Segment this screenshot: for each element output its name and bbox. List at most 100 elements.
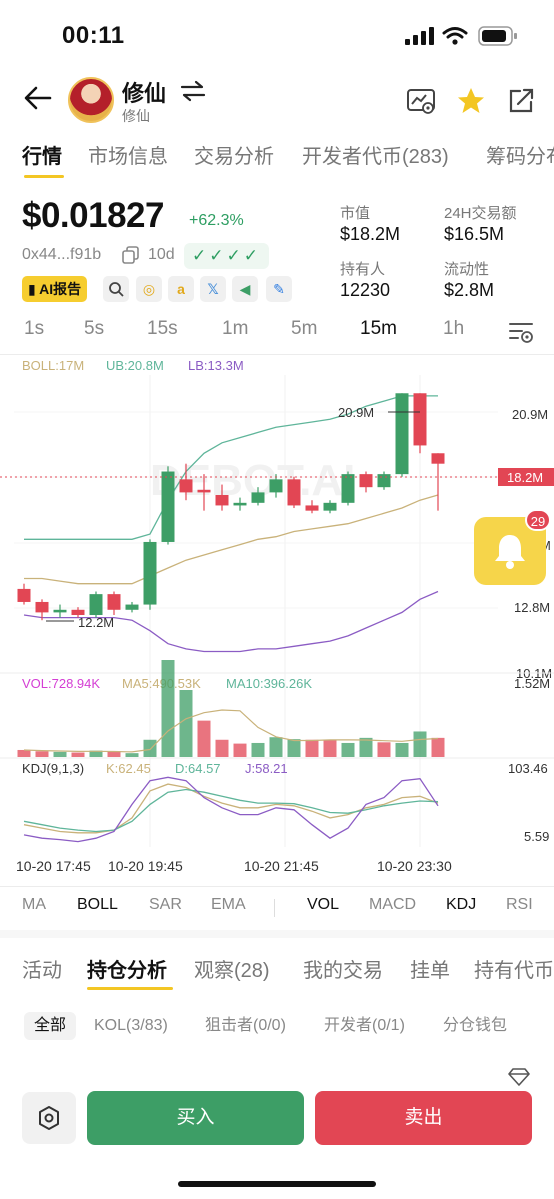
time-axis-label: 10-20 23:30 [377,858,452,874]
indicator-tabs: MA BOLL SAR EMA VOL MACD KDJ RSI [0,896,554,922]
volume-bar [305,739,319,757]
interval-15s[interactable]: 15s [147,318,178,340]
tab-watch[interactable]: 观察(28) [194,954,270,983]
candle-body [269,479,283,493]
tab-held-tokens[interactable]: 持有代币 [474,954,554,983]
filter-developers[interactable]: 开发者(0/1) [314,1012,415,1040]
swap-icon[interactable] [180,80,206,102]
main-tabs: 行情 市场信息 交易分析 开发者代币(283) 筹码分布 [0,140,554,182]
volume-bar [215,739,229,757]
indicator-vol[interactable]: VOL [307,896,339,914]
volume-bar [143,739,157,757]
candle-body [89,594,103,615]
interval-1m[interactable]: 1m [222,318,248,340]
chart-settings-icon[interactable] [508,320,534,344]
volume-ma10-label: MA10:396.26K [226,676,312,691]
volume-bar [125,753,139,757]
back-arrow-icon[interactable] [22,82,54,114]
candle-body [35,601,49,613]
interval-1s[interactable]: 1s [24,318,44,340]
edit-icon[interactable]: ✎ [266,276,292,302]
boll-mid-label: BOLL:17M [22,358,84,373]
candle-body [251,492,265,503]
buy-button[interactable]: 买入 [87,1091,304,1145]
tab-market[interactable]: 行情 [22,140,62,169]
ave-icon[interactable]: a [168,276,194,302]
candle-body [17,588,31,602]
indicator-macd[interactable]: MACD [369,896,416,914]
tab-orders[interactable]: 挂单 [410,954,450,983]
volume-bar [341,742,355,757]
volume-bar [287,739,301,757]
candle-body [431,453,445,464]
book-icon: ▮ [28,281,36,297]
volume-bar [35,751,49,757]
indicator-separator [274,899,275,917]
kdj-axis-min: 5.59 [524,829,549,844]
price-chart[interactable]: DEBOT.AI BOLL:17M UB:20.8M LB:13.3M 18.2… [0,355,554,885]
interval-5m[interactable]: 5m [291,318,317,340]
tab-market-info[interactable]: 市场信息 [88,140,168,169]
candle-body [107,594,121,610]
filter-split-wallets[interactable]: 分仓钱包 [433,1012,517,1040]
contract-address[interactable]: 0x44...f91b [22,246,101,264]
watch-chart-icon[interactable] [406,86,436,116]
tab-holdings-analysis[interactable]: 持仓分析 [87,954,167,983]
indicator-ema[interactable]: EMA [211,896,246,914]
copy-icon[interactable] [122,246,140,264]
candle-body [179,479,193,493]
trade-settings-button[interactable] [22,1092,76,1144]
volume-bar [53,751,67,757]
filter-kol[interactable]: KOL(3/83) [84,1012,178,1040]
volume-bar [269,737,283,757]
indicator-rsi[interactable]: RSI [506,896,533,914]
kdj-label: KDJ(9,1,3) [22,761,84,776]
candle-body [323,502,337,511]
coin-icon[interactable]: ◎ [136,276,162,302]
volume-bar [197,720,211,757]
share-icon[interactable] [506,86,536,116]
price-change: +62.3% [189,212,244,229]
time-axis-label: 10-20 19:45 [108,858,183,874]
tab-chip-distribution[interactable]: 筹码分布 [486,140,554,169]
kdj-d-line [23,788,439,833]
high-marker-label: 20.9M [338,405,374,420]
volume-bar [179,689,193,757]
sell-button[interactable]: 卖出 [315,1091,532,1145]
volume-bar [413,731,427,757]
interval-5s[interactable]: 5s [84,318,104,340]
x-twitter-icon[interactable]: 𝕏 [200,276,226,302]
favorite-star-icon[interactable] [456,86,486,116]
kdj-j-label: J:58.21 [245,761,288,776]
time-axis-label: 10-20 21:45 [244,858,319,874]
indicator-ma[interactable]: MA [22,896,46,914]
indicator-kdj[interactable]: KDJ [446,896,476,914]
megaphone-icon[interactable]: ◀ [232,276,258,302]
volume-bar [431,737,445,757]
candle-body [395,393,409,475]
token-price: $0.01827 [22,196,164,235]
ai-report-button[interactable]: ▮ AI报告 [22,276,88,302]
kdj-d-label: D:64.57 [175,761,221,776]
filter-all[interactable]: 全部 [24,1012,77,1040]
tab-trade-analysis[interactable]: 交易分析 [194,140,274,169]
low-marker-label: 12.2M [78,615,114,630]
hexagon-settings-icon [39,1106,59,1130]
tab-dev-tokens[interactable]: 开发者代币(283) [302,140,449,169]
indicator-boll[interactable]: BOLL [77,896,118,914]
section-tabs: 活动 持仓分析 观察(28) 我的交易 挂单 持有代币 [0,954,554,990]
time-axis-label: 10-20 17:45 [16,858,91,874]
indicator-sar[interactable]: SAR [149,896,182,914]
volume-24h-label: 24H交易额 [444,205,517,222]
candle-body [161,471,175,542]
security-checks[interactable]: ✓✓✓✓ [184,243,269,269]
interval-15m[interactable]: 15m [360,318,397,340]
filter-snipers[interactable]: 狙击者(0/0) [195,1012,296,1040]
interval-1h[interactable]: 1h [443,318,464,340]
candle-body [305,505,319,511]
tab-my-trades[interactable]: 我的交易 [303,954,383,983]
tab-activity[interactable]: 活动 [22,954,62,983]
search-icon[interactable] [103,276,129,302]
candle-body [125,604,139,610]
diamond-icon[interactable] [508,1068,530,1086]
